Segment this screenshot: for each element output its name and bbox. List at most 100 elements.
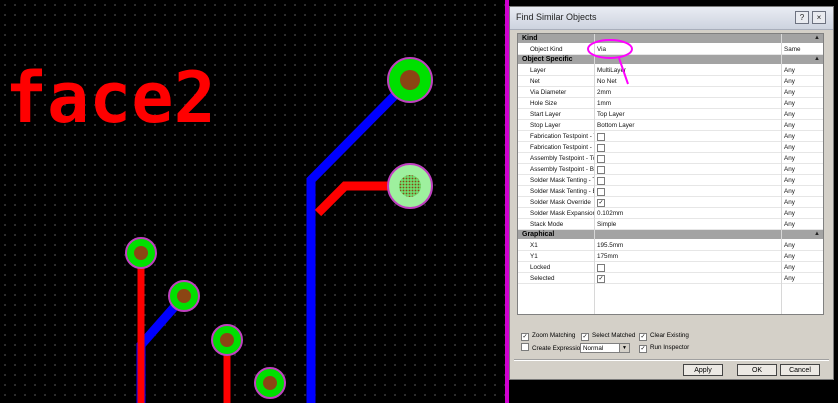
- property-name: Stack Mode: [530, 221, 564, 228]
- property-name: Solder Mask Expansion: [530, 210, 594, 217]
- property-name: Assembly Testpoint - Bot: [530, 166, 594, 173]
- property-row[interactable]: Solder Mask Tenting - To Any: [518, 175, 823, 186]
- property-value[interactable]: 195.5mm: [597, 240, 623, 251]
- via-left-1[interactable]: [125, 237, 157, 269]
- dialog-title: Find Similar Objects: [516, 12, 597, 22]
- expression-mode-select[interactable]: Normal ▼: [580, 343, 630, 353]
- property-name: X1: [530, 242, 538, 249]
- property-row[interactable]: Locked Any: [518, 262, 823, 273]
- property-value[interactable]: Bottom Layer: [597, 120, 634, 131]
- property-checkbox[interactable]: [597, 264, 605, 272]
- property-name: Solder Mask Tenting - Bo: [530, 188, 594, 195]
- match-option[interactable]: Any: [784, 240, 795, 251]
- section-header-graphical[interactable]: Graphical ▲: [518, 230, 823, 239]
- select-matched-box[interactable]: ✓: [581, 333, 589, 341]
- match-option[interactable]: Any: [784, 131, 795, 142]
- track-blue-1[interactable]: [306, 76, 414, 403]
- property-value[interactable]: 0.102mm: [597, 208, 623, 219]
- section-label: Graphical: [522, 231, 555, 238]
- property-checkbox[interactable]: ✓: [597, 275, 605, 283]
- property-name: Fabrication Testpoint - B: [530, 144, 594, 151]
- property-row[interactable]: Solder Mask Override ✓ Any: [518, 197, 823, 208]
- via-large-top[interactable]: [387, 57, 433, 103]
- property-name: Fabrication Testpoint - T: [530, 133, 594, 140]
- property-value[interactable]: 175mm: [597, 251, 618, 262]
- zoom-matching-box[interactable]: ✓: [521, 333, 529, 341]
- pcb-drawing[interactable]: face2: [0, 0, 505, 403]
- property-row[interactable]: Stack Mode Simple Any: [518, 219, 823, 230]
- property-row[interactable]: Stop Layer Bottom Layer Any: [518, 120, 823, 131]
- run-inspector-box[interactable]: ✓: [639, 345, 647, 353]
- match-option[interactable]: Any: [784, 262, 795, 273]
- close-button[interactable]: ×: [812, 11, 826, 24]
- match-option[interactable]: Any: [784, 98, 795, 109]
- property-name: Start Layer: [530, 111, 561, 118]
- match-option[interactable]: Any: [784, 164, 795, 175]
- property-checkbox[interactable]: [597, 144, 605, 152]
- match-option[interactable]: Any: [784, 120, 795, 131]
- match-option[interactable]: Any: [784, 142, 795, 153]
- property-name: Locked: [530, 264, 551, 271]
- property-row[interactable]: Assembly Testpoint - Bot Any: [518, 164, 823, 175]
- via-left-2[interactable]: [168, 280, 200, 312]
- property-value[interactable]: 1mm: [597, 98, 611, 109]
- property-checkbox[interactable]: [597, 133, 605, 141]
- clear-existing-box[interactable]: ✓: [639, 333, 647, 341]
- create-expression-box[interactable]: [521, 343, 529, 351]
- property-name: Assembly Testpoint - Top: [530, 155, 594, 162]
- property-checkbox[interactable]: [597, 188, 605, 196]
- match-option[interactable]: Any: [784, 197, 795, 208]
- match-option[interactable]: Any: [784, 153, 795, 164]
- property-row[interactable]: Hole Size 1mm Any: [518, 98, 823, 109]
- select-matched-checkbox[interactable]: ✓ Select Matched: [581, 331, 635, 341]
- property-row[interactable]: Solder Mask Tenting - Bo Any: [518, 186, 823, 197]
- match-option[interactable]: Any: [784, 109, 795, 120]
- clear-existing-checkbox[interactable]: ✓ Clear Existing: [639, 331, 689, 341]
- property-row[interactable]: Assembly Testpoint - Top Any: [518, 153, 823, 164]
- property-name: Solder Mask Override: [530, 199, 591, 206]
- run-inspector-checkbox[interactable]: ✓ Run Inspector: [639, 343, 689, 353]
- match-option[interactable]: Any: [784, 219, 795, 230]
- via-selected[interactable]: [387, 163, 433, 209]
- cancel-button[interactable]: Cancel: [780, 364, 820, 376]
- create-expression-checkbox[interactable]: Create Expression: [521, 343, 584, 353]
- match-option[interactable]: Any: [784, 251, 795, 262]
- find-similar-objects-dialog: Find Similar Objects ? × Kind ▲ Object Kin…: [509, 6, 834, 380]
- collapse-icon[interactable]: ▲: [814, 230, 820, 239]
- property-name: Selected: [530, 275, 555, 282]
- dialog-titlebar[interactable]: Find Similar Objects ? ×: [510, 7, 833, 30]
- match-option[interactable]: Any: [784, 175, 795, 186]
- track-blue-2[interactable]: [136, 293, 188, 403]
- properties-grid: Kind ▲ Object Kind Via Same Object Specific ▲ L…: [517, 33, 824, 315]
- pcb-text-label[interactable]: face2: [5, 57, 216, 139]
- property-row[interactable]: Selected ✓ Any: [518, 273, 823, 284]
- property-row[interactable]: Start Layer Top Layer Any: [518, 109, 823, 120]
- via-left-3[interactable]: [211, 324, 243, 356]
- pcb-canvas[interactable]: face2: [0, 0, 505, 403]
- match-option[interactable]: Any: [784, 273, 795, 284]
- property-row[interactable]: Fabrication Testpoint - T Any: [518, 131, 823, 142]
- property-checkbox[interactable]: [597, 166, 605, 174]
- property-checkbox[interactable]: [597, 177, 605, 185]
- zoom-matching-checkbox[interactable]: ✓ Zoom Matching: [521, 331, 575, 341]
- highlight-annotation: [587, 39, 633, 85]
- property-row[interactable]: X1 195.5mm Any: [518, 240, 823, 251]
- via-left-4[interactable]: [254, 367, 286, 399]
- property-row[interactable]: Y1 175mm Any: [518, 251, 823, 262]
- help-button[interactable]: ?: [795, 11, 809, 24]
- apply-button[interactable]: Apply: [683, 364, 723, 376]
- property-value[interactable]: Top Layer: [597, 109, 625, 120]
- ok-button[interactable]: OK: [737, 364, 777, 376]
- chevron-down-icon[interactable]: ▼: [619, 344, 629, 352]
- property-name: Stop Layer: [530, 122, 561, 129]
- dialog-separator: [514, 359, 829, 361]
- match-option[interactable]: Any: [784, 186, 795, 197]
- property-checkbox[interactable]: ✓: [597, 199, 605, 207]
- match-option[interactable]: Any: [784, 208, 795, 219]
- property-name: Y1: [530, 253, 538, 260]
- property-row[interactable]: Fabrication Testpoint - B Any: [518, 142, 823, 153]
- property-name: Hole Size: [530, 100, 557, 107]
- property-checkbox[interactable]: [597, 155, 605, 163]
- property-row[interactable]: Solder Mask Expansion 0.102mm Any: [518, 208, 823, 219]
- property-value[interactable]: Simple: [597, 219, 616, 230]
